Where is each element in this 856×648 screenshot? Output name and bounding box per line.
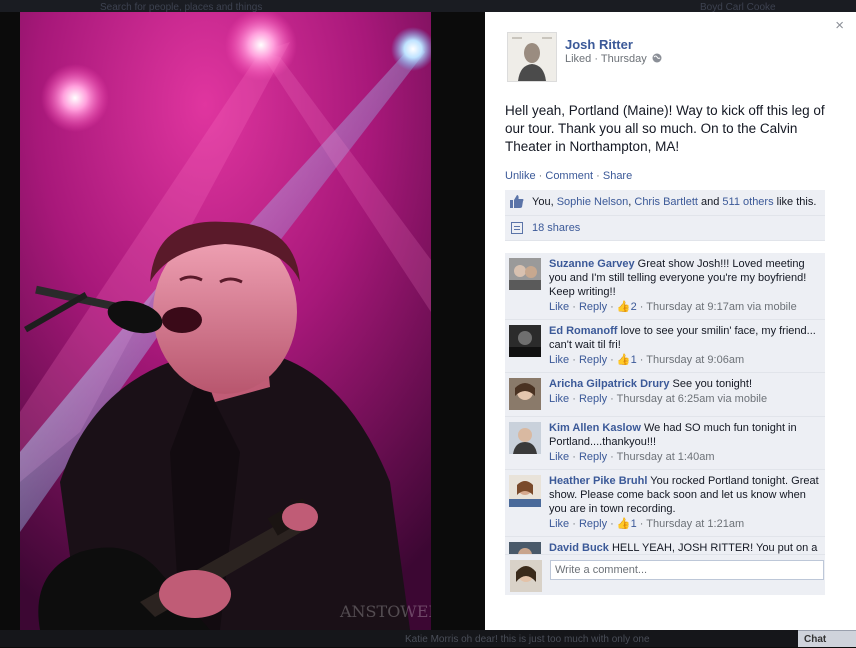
commenter-avatar[interactable] bbox=[509, 422, 541, 454]
comment-link[interactable]: Comment bbox=[545, 170, 593, 182]
liker-link-2[interactable]: Chris Bartlett bbox=[634, 196, 698, 208]
commenter-name[interactable]: Suzanne Garvey bbox=[549, 258, 635, 270]
likers-others-link[interactable]: 511 others bbox=[722, 196, 773, 208]
thumbs-up-icon: 👍 bbox=[616, 354, 631, 366]
liker-link-1[interactable]: Sophie Nelson bbox=[557, 196, 629, 208]
comment-reply-link[interactable]: Reply bbox=[579, 301, 607, 313]
commenter-name[interactable]: David Buck bbox=[549, 542, 609, 554]
comment-item: Heather Pike Bruhl You rocked Portland t… bbox=[505, 470, 825, 537]
likes-you: You, bbox=[532, 196, 557, 208]
comment-input[interactable]: Write a comment... bbox=[550, 560, 824, 580]
author-avatar-image bbox=[508, 33, 556, 81]
shares-summary[interactable]: 18 shares bbox=[505, 216, 825, 241]
author-avatar[interactable] bbox=[507, 32, 557, 82]
concert-photo: ANSTOWELL bbox=[20, 12, 431, 630]
comment-text: See you tonight! bbox=[672, 378, 753, 390]
comment-like-link[interactable]: Like bbox=[549, 518, 569, 530]
comment-like-link[interactable]: Like bbox=[549, 451, 569, 463]
comment-timestamp[interactable]: Thursday at 9:06am bbox=[646, 354, 744, 366]
thumbs-up-icon: 👍 bbox=[616, 518, 631, 530]
comment-timestamp[interactable]: Thursday at 9:17am via mobile bbox=[646, 301, 796, 313]
comment-reply-link[interactable]: Reply bbox=[579, 451, 607, 463]
chat-tab[interactable]: Chat bbox=[798, 630, 856, 647]
share-link[interactable]: Share bbox=[603, 170, 632, 182]
commenter-avatar[interactable] bbox=[509, 258, 541, 290]
comment-item: Ed Romanoff love to see your smilin' fac… bbox=[505, 320, 825, 373]
post-meta: Liked · Thursday bbox=[565, 53, 662, 65]
comment-meta: Like · Reply · 👍1 · Thursday at 9:06am bbox=[549, 354, 745, 366]
viewer-avatar bbox=[510, 560, 542, 592]
comment-meta: Like · Reply · 👍1 · Thursday at 1:21am bbox=[549, 518, 745, 530]
comment-like-link[interactable]: Like bbox=[549, 393, 569, 405]
unlike-link[interactable]: Unlike bbox=[505, 170, 536, 182]
comment-timestamp[interactable]: Thursday at 1:21am bbox=[646, 518, 744, 530]
commenter-avatar[interactable] bbox=[509, 378, 541, 410]
comment-like-count[interactable]: 👍1 bbox=[617, 354, 637, 366]
comment-timestamp[interactable]: Thursday at 1:40am bbox=[617, 451, 715, 463]
commenter-name[interactable]: Aricha Gilpatrick Drury bbox=[549, 378, 669, 390]
comment-like-link[interactable]: Like bbox=[549, 301, 569, 313]
photo-watermark: ANSTOWELL bbox=[339, 602, 431, 621]
shares-count-link[interactable]: 18 shares bbox=[532, 222, 580, 234]
comment-meta: Like · Reply · 👍2 · Thursday at 9:17am v… bbox=[549, 301, 797, 313]
write-comment-area: Write a comment... bbox=[505, 554, 825, 595]
comment-reply-link[interactable]: Reply bbox=[579, 518, 607, 530]
post-meta-text: Liked · Thursday bbox=[565, 53, 647, 65]
comment-meta: Like · Reply · Thursday at 1:40am bbox=[549, 451, 715, 463]
comment-reply-link[interactable]: Reply bbox=[579, 354, 607, 366]
thumbs-up-icon: 👍 bbox=[616, 301, 631, 313]
comment-item: Kim Allen Kaslow We had SO much fun toni… bbox=[505, 417, 825, 470]
likes-summary: You, Sophie Nelson, Chris Bartlett and 5… bbox=[505, 190, 825, 216]
thumbs-up-icon bbox=[510, 195, 524, 208]
post-side-panel: × Josh Ritter Liked · Thursday Hell yeah… bbox=[485, 12, 856, 630]
background-top-bar: Search for people, places and things Boy… bbox=[0, 0, 856, 13]
photo-viewer-image[interactable]: ANSTOWELL bbox=[20, 12, 431, 630]
comment-timestamp[interactable]: Thursday at 6:25am via mobile bbox=[617, 393, 767, 405]
comment-item: David Buck HELL YEAH, JOSH RITTER! You p… bbox=[505, 537, 825, 554]
commenter-name[interactable]: Ed Romanoff bbox=[549, 325, 617, 337]
comment-item: Suzanne Garvey Great show Josh!!! Loved … bbox=[505, 253, 825, 320]
close-icon[interactable]: × bbox=[835, 18, 844, 33]
commenter-name[interactable]: Heather Pike Bruhl bbox=[549, 475, 647, 487]
comment-reply-link[interactable]: Reply bbox=[579, 393, 607, 405]
post-actions: Unlike · Comment · Share bbox=[505, 170, 633, 182]
comment-meta: Like · Reply · Thursday at 6:25am via mo… bbox=[549, 393, 768, 405]
comment-item: Aricha Gilpatrick Drury See you tonight!… bbox=[505, 373, 825, 417]
comments-list: Suzanne Garvey Great show Josh!!! Loved … bbox=[505, 253, 825, 554]
commenter-name[interactable]: Kim Allen Kaslow bbox=[549, 422, 641, 434]
author-name-link[interactable]: Josh Ritter bbox=[565, 37, 633, 52]
comment-like-count[interactable]: 👍1 bbox=[617, 518, 637, 530]
comment-like-count[interactable]: 👍2 bbox=[617, 301, 637, 313]
share-icon bbox=[511, 222, 523, 234]
comment-like-link[interactable]: Like bbox=[549, 354, 569, 366]
post-message: Hell yeah, Portland (Maine)! Way to kick… bbox=[505, 103, 825, 154]
globe-icon bbox=[652, 53, 662, 63]
background-ticker-text: Katie Morris oh dear! this is just too m… bbox=[405, 634, 650, 645]
commenter-avatar[interactable] bbox=[509, 542, 541, 554]
commenter-avatar[interactable] bbox=[509, 325, 541, 357]
background-bottom-bar: Katie Morris oh dear! this is just too m… bbox=[0, 630, 856, 647]
likes-and-shares-box: You, Sophie Nelson, Chris Bartlett and 5… bbox=[505, 190, 825, 241]
commenter-avatar[interactable] bbox=[509, 475, 541, 507]
